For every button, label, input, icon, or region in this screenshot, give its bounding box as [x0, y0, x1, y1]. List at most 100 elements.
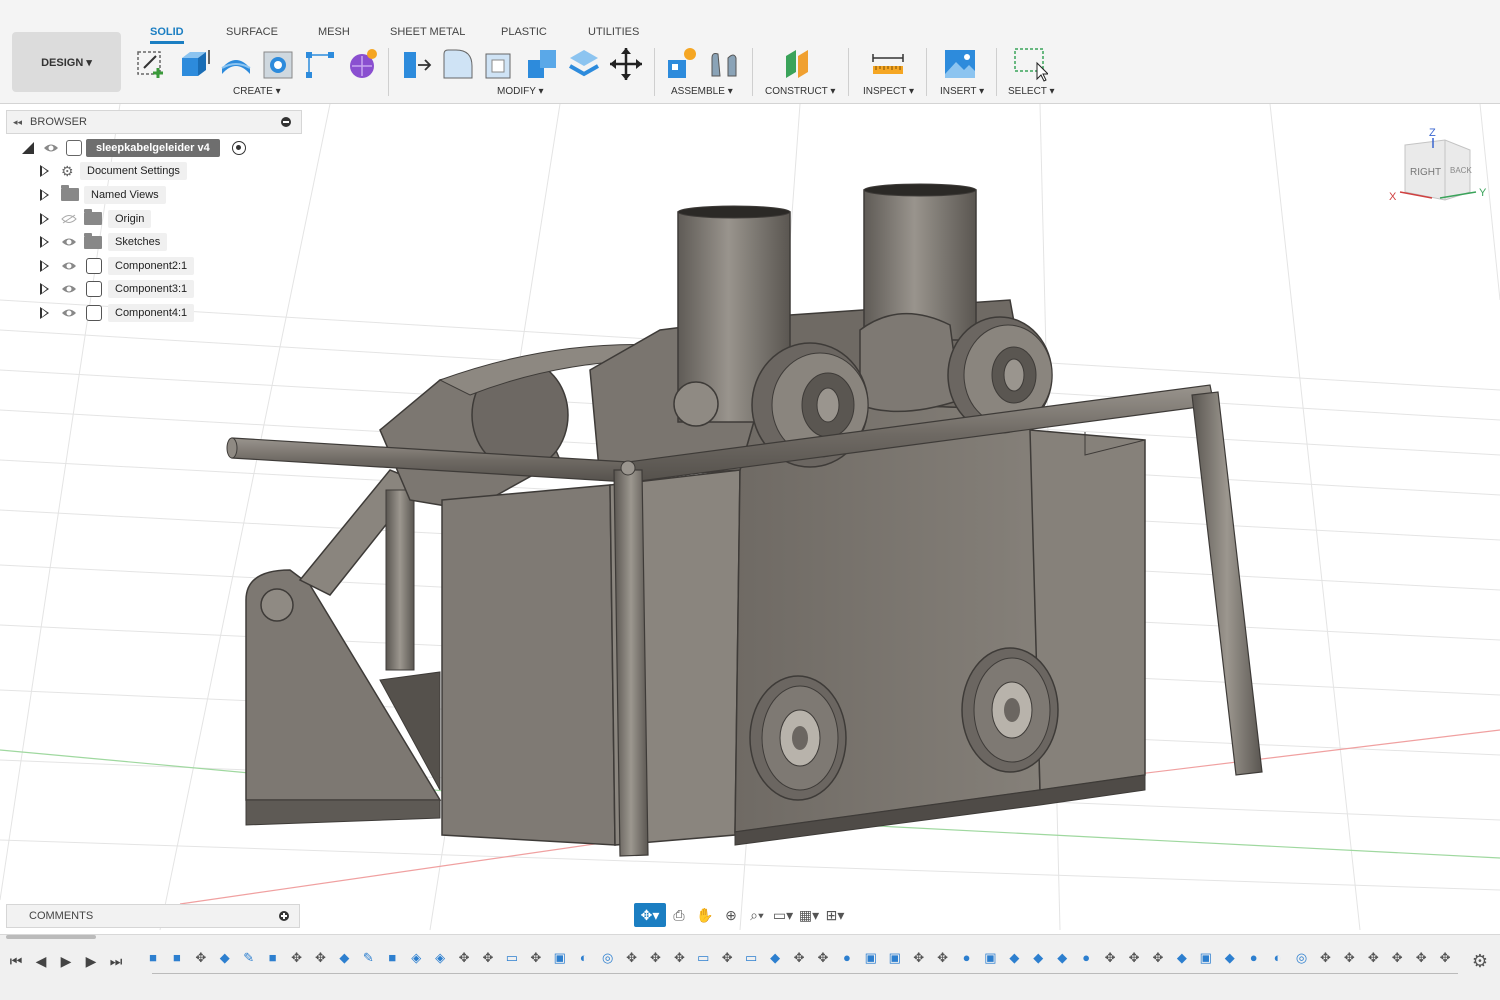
timeline-feature-icon[interactable]: ■	[144, 949, 162, 967]
browser-header[interactable]: ◂◂ BROWSER	[6, 110, 302, 134]
timeline-feature-icon[interactable]: ✥	[479, 949, 497, 967]
timeline-feature-icon[interactable]: ✥	[288, 949, 306, 967]
browser-item-sketches[interactable]: Sketches	[6, 230, 302, 254]
timeline-feature-icon[interactable]: ▣	[1197, 949, 1215, 967]
timeline-feature-icon[interactable]: ✥	[311, 949, 329, 967]
timeline-feature-icon[interactable]: ✥	[1316, 949, 1334, 967]
new-component-icon[interactable]	[664, 46, 700, 82]
play-icon[interactable]: ▶	[56, 953, 76, 970]
hole-icon[interactable]	[260, 46, 296, 82]
activate-radio-icon[interactable]	[232, 140, 246, 155]
collapse-panel-icon[interactable]: ◂◂	[13, 117, 22, 128]
expand-triangle-icon[interactable]	[40, 306, 49, 319]
timeline-feature-icon[interactable]: ●	[838, 949, 856, 967]
timeline-feature-icon[interactable]: ●	[1245, 949, 1263, 967]
timeline-feature-icon[interactable]: ✥	[623, 949, 641, 967]
select-group-label[interactable]: SELECT ▾	[1008, 86, 1055, 97]
revolve-icon[interactable]	[218, 46, 254, 82]
offset-plane-icon[interactable]	[782, 46, 818, 82]
timeline-feature-icon[interactable]: ◆	[335, 949, 353, 967]
fit-icon[interactable]: ⌕▾	[744, 903, 770, 927]
timeline-feature-icon[interactable]: ■	[264, 949, 282, 967]
timeline-feature-icon[interactable]: ■	[168, 949, 186, 967]
modify-group-label[interactable]: MODIFY ▾	[497, 86, 544, 97]
tab-sheet-metal[interactable]: SHEET METAL	[390, 26, 465, 44]
visibility-eye-icon[interactable]	[61, 308, 77, 318]
look-at-icon[interactable]: ⎙	[666, 903, 692, 927]
tab-plastic[interactable]: PLASTIC	[501, 26, 547, 44]
first-icon[interactable]: ⏮	[6, 953, 26, 970]
timeline-feature-icon[interactable]: ◆	[766, 949, 784, 967]
timeline-feature-icon[interactable]: ◐	[575, 949, 593, 967]
orbit-icon[interactable]: ✥▾	[634, 903, 666, 927]
timeline-feature-icon[interactable]: ▣	[981, 949, 999, 967]
browser-item-component4[interactable]: Component4:1	[6, 301, 302, 325]
timeline-feature-icon[interactable]: ✥	[192, 949, 210, 967]
previous-icon[interactable]: ◀	[31, 953, 51, 970]
expand-triangle-icon[interactable]	[40, 283, 49, 296]
timeline-feature-icon[interactable]: ✥	[670, 949, 688, 967]
browser-item-origin[interactable]: Origin	[6, 207, 302, 231]
workspace-design-button[interactable]: DESIGN ▾	[12, 32, 121, 92]
expand-triangle-icon[interactable]	[40, 212, 49, 225]
timeline-feature-icon[interactable]: ✥	[814, 949, 832, 967]
extrude-icon[interactable]	[176, 46, 212, 82]
timeline-feature-icon[interactable]: ✎	[359, 949, 377, 967]
timeline-feature-icon[interactable]: ▭	[503, 949, 521, 967]
create-sketch-icon[interactable]	[134, 46, 170, 82]
timeline-feature-icon[interactable]: ◆	[1029, 949, 1047, 967]
zoom-icon[interactable]: ⊕	[718, 903, 744, 927]
tab-utilities[interactable]: UTILITIES	[588, 26, 639, 44]
timeline-feature-icon[interactable]: ✥	[646, 949, 664, 967]
browser-item-named-views[interactable]: Named Views	[6, 183, 302, 207]
timeline-feature-icon[interactable]: ◐	[1269, 949, 1287, 967]
timeline-feature-icon[interactable]: ✥	[1149, 949, 1167, 967]
browser-item-document-settings[interactable]: ⚙ Document Settings	[6, 160, 302, 184]
viewcube[interactable]: RIGHT BACK Z X Y	[1389, 127, 1487, 203]
viewcube-back-face[interactable]: BACK	[1450, 166, 1472, 175]
inspect-group-label[interactable]: INSPECT ▾	[863, 86, 914, 97]
move-icon[interactable]	[608, 46, 644, 82]
expand-triangle-icon[interactable]	[40, 236, 49, 249]
last-icon[interactable]: ⏭	[106, 953, 126, 970]
timeline-settings-gear-icon[interactable]: ⚙	[1472, 951, 1488, 972]
timeline-scrollbar[interactable]	[6, 935, 96, 939]
timeline-feature-icon[interactable]: ◆	[1221, 949, 1239, 967]
create-group-label[interactable]: CREATE ▾	[233, 86, 281, 97]
visibility-hidden-icon[interactable]	[61, 214, 77, 224]
timeline-feature-icon[interactable]: ✥	[1364, 949, 1382, 967]
timeline-feature-icon[interactable]: ◎	[599, 949, 617, 967]
timeline-feature-icon[interactable]: ✥	[527, 949, 545, 967]
timeline-feature-icon[interactable]: ✥	[910, 949, 928, 967]
viewcube-right-face[interactable]: RIGHT	[1410, 167, 1441, 178]
next-icon[interactable]: ▶	[81, 953, 101, 970]
timeline-feature-icon[interactable]: ◎	[1293, 949, 1311, 967]
construct-group-label[interactable]: CONSTRUCT ▾	[765, 86, 835, 97]
offset-face-icon[interactable]	[566, 46, 602, 82]
timeline-feature-icon[interactable]: ✥	[1125, 949, 1143, 967]
timeline-feature-icon[interactable]: ■	[383, 949, 401, 967]
press-pull-icon[interactable]	[398, 46, 434, 82]
tab-solid[interactable]: SOLID	[150, 26, 184, 44]
timeline-feature-icon[interactable]: ●	[1077, 949, 1095, 967]
visibility-eye-icon[interactable]	[43, 143, 59, 153]
collapse-browser-icon[interactable]	[281, 117, 291, 127]
timeline-feature-icon[interactable]: ▭	[694, 949, 712, 967]
timeline-feature-icon[interactable]: ●	[958, 949, 976, 967]
expand-triangle-icon[interactable]	[40, 188, 49, 201]
assemble-group-label[interactable]: ASSEMBLE ▾	[671, 86, 733, 97]
expand-triangle-icon[interactable]	[40, 259, 49, 272]
insert-group-label[interactable]: INSERT ▾	[940, 86, 984, 97]
visibility-eye-icon[interactable]	[61, 261, 77, 271]
root-component-name[interactable]: sleepkabelgeleider v4	[86, 138, 220, 157]
timeline-feature-icon[interactable]: ◆	[216, 949, 234, 967]
timeline-feature-icon[interactable]: ◈	[431, 949, 449, 967]
timeline-feature-icon[interactable]: ▣	[551, 949, 569, 967]
timeline-feature-icon[interactable]: ◆	[1005, 949, 1023, 967]
tab-surface[interactable]: SURFACE	[226, 26, 278, 44]
fillet-icon[interactable]	[440, 46, 476, 82]
visibility-eye-icon[interactable]	[61, 284, 77, 294]
browser-item-component3[interactable]: Component3:1	[6, 278, 302, 302]
display-settings-icon[interactable]: ▭▾	[770, 903, 796, 927]
timeline-feature-icon[interactable]: ▣	[862, 949, 880, 967]
